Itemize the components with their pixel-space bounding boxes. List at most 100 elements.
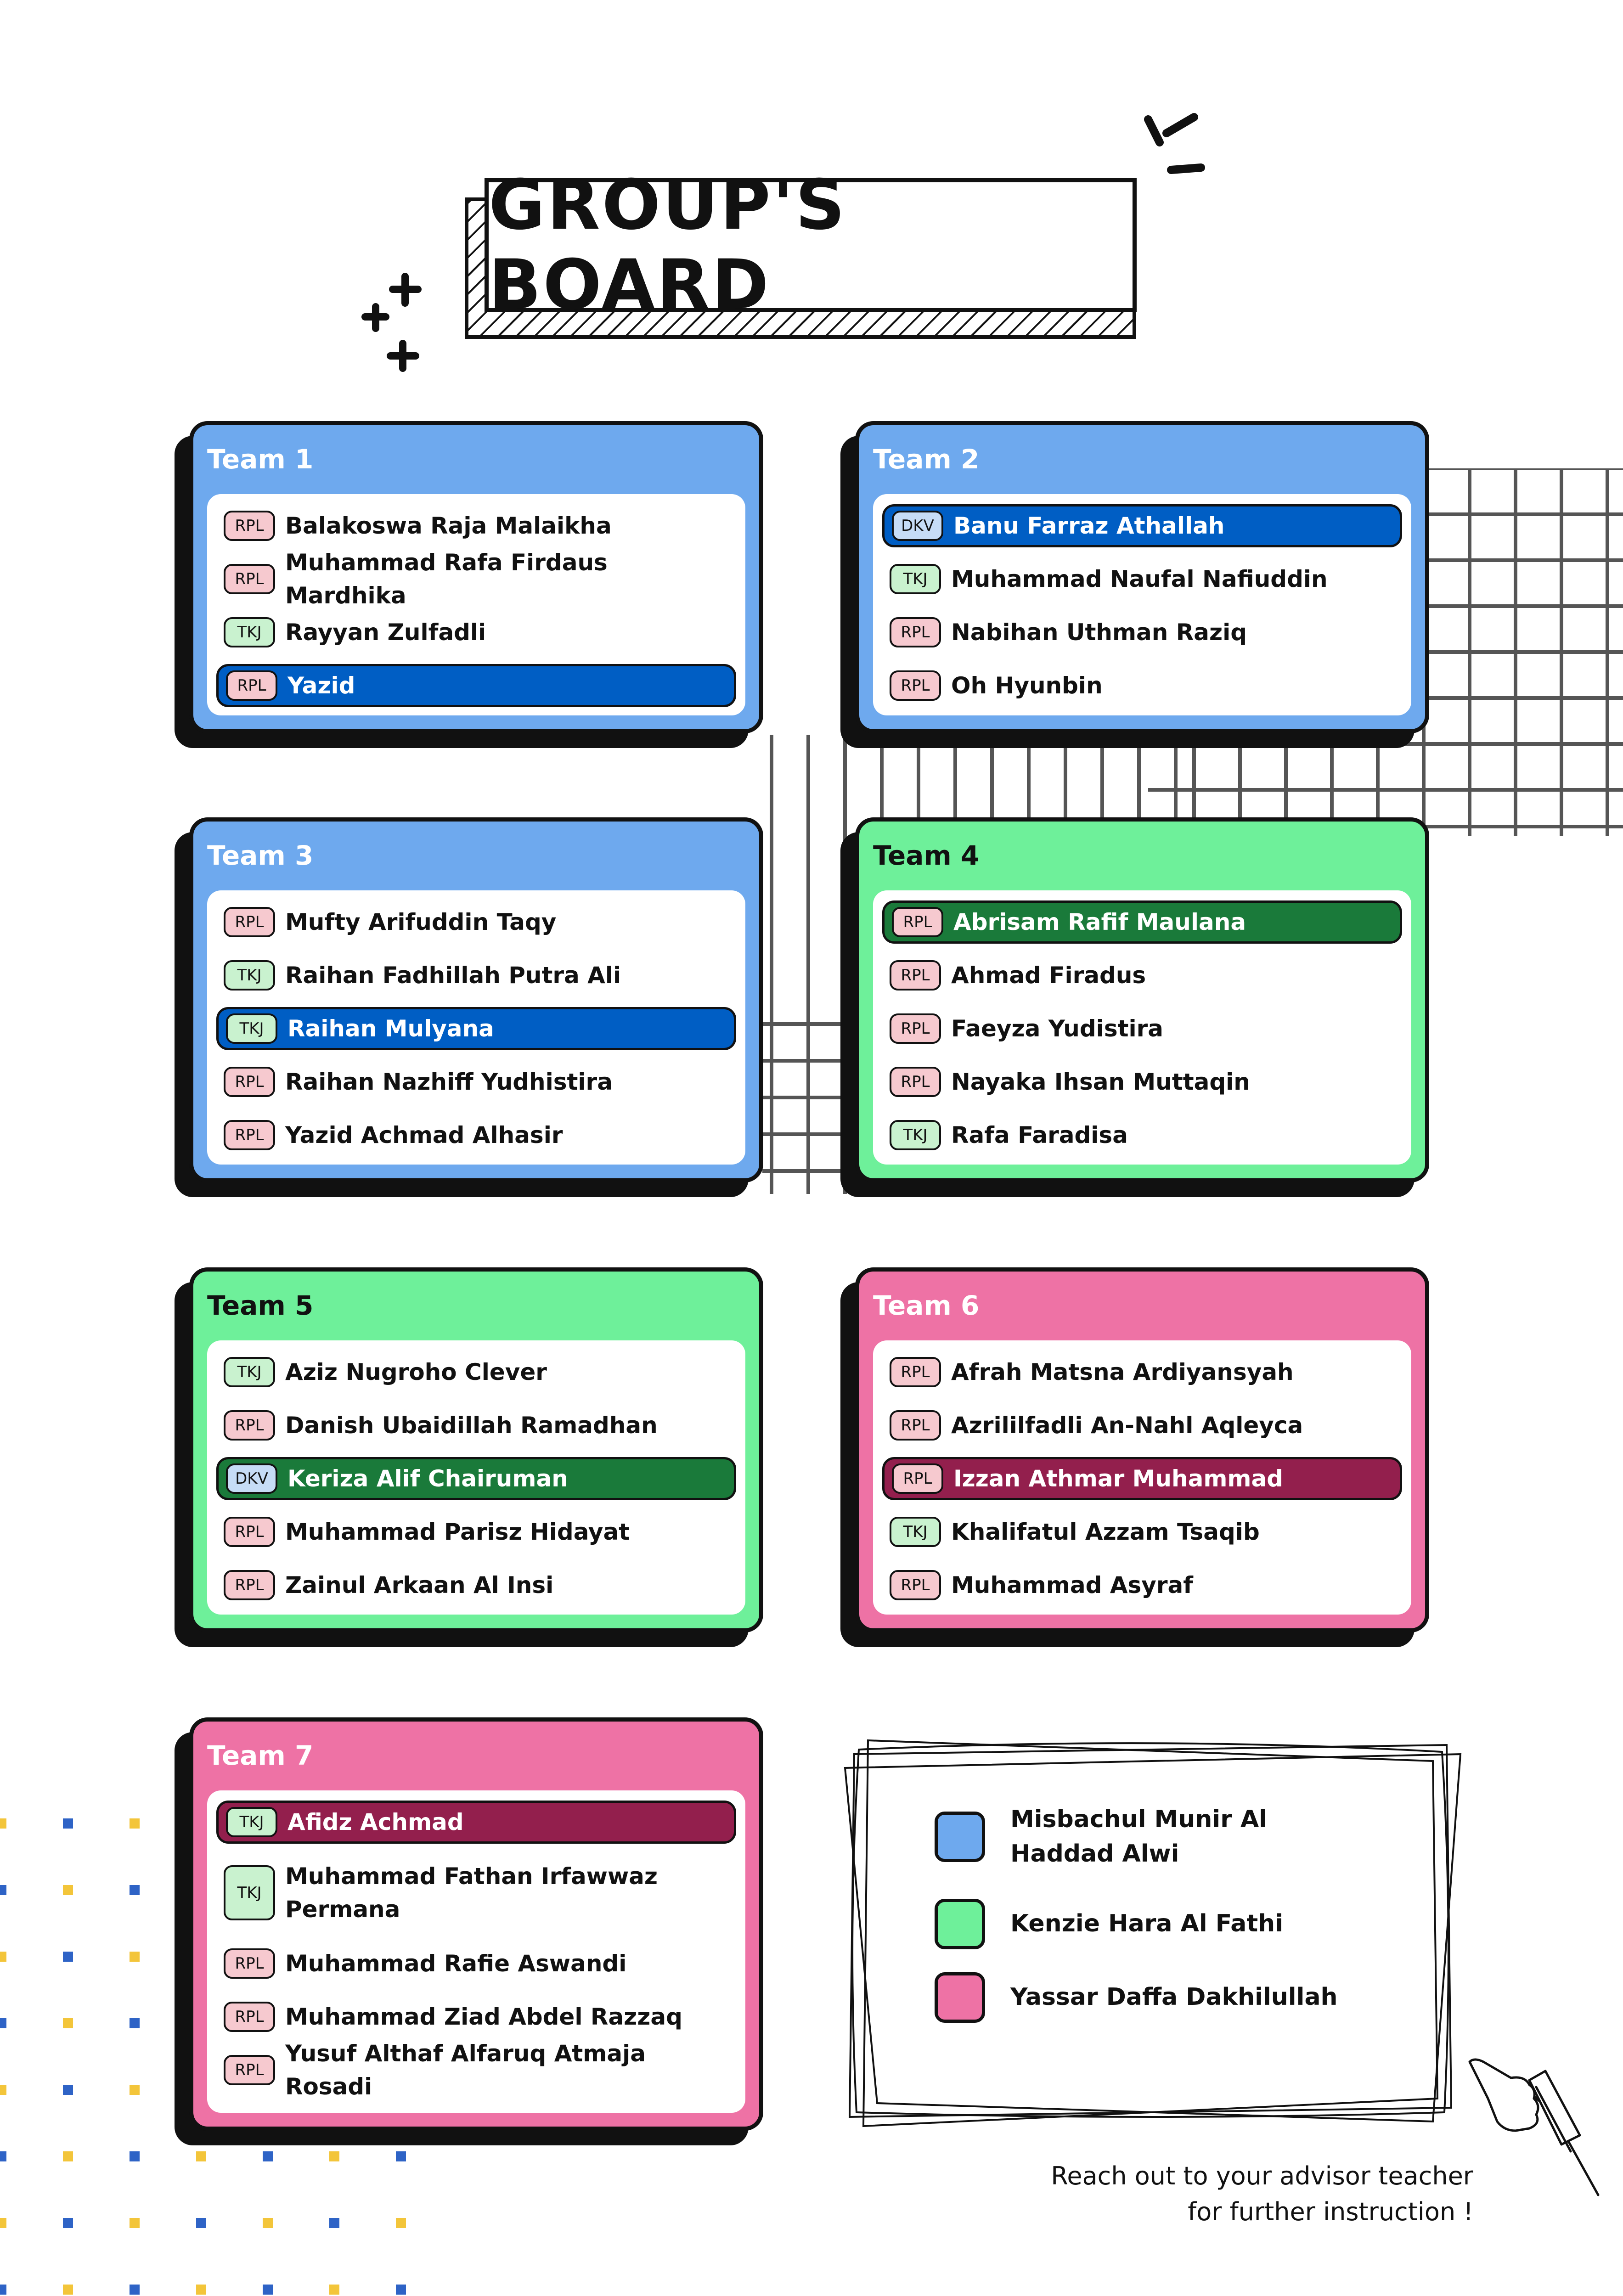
team-member-list: TKJ Afidz Achmad TKJ Muhammad Fathan Irfaw…: [207, 1790, 745, 2113]
dot: [130, 2285, 140, 2295]
dot: [263, 2285, 273, 2295]
member-name: Muhammad Naufal Nafiuddin: [951, 565, 1328, 592]
dot: [130, 1952, 140, 1962]
dot: [63, 2085, 73, 2095]
team-member-list: RPL Afrah Matsna Ardiyansyah RPL Azrililfa…: [873, 1340, 1411, 1615]
list-item: RPL Mufty Arifuddin Taqy: [216, 900, 736, 944]
dot: [0, 2018, 6, 2028]
major-tag: RPL: [224, 1948, 275, 1979]
major-tag: DKV: [226, 1463, 277, 1494]
sparkle-lines-icon: [1144, 113, 1205, 174]
major-tag: RPL: [224, 511, 275, 541]
list-item: RPL Ahmad Firadus: [882, 954, 1402, 997]
major-tag: TKJ: [890, 1517, 941, 1547]
dot: [396, 2151, 406, 2161]
member-name: Muhammad Rafa Firdaus Mardhika: [285, 549, 608, 609]
major-tag: TKJ: [224, 617, 275, 647]
member-name: Muhammad Parisz Hidayat: [285, 1518, 630, 1545]
major-tag: RPL: [892, 1463, 943, 1494]
team-card-1: Team 1 RPL Balakoswa Raja Malaikha RPL Muh…: [189, 421, 763, 733]
list-item: RPL Balakoswa Raja Malaikha: [216, 504, 736, 547]
member-name: Keriza Alif Chairuman: [287, 1465, 568, 1492]
list-item: TKJ Muhammad Fathan Irfawwaz Permana: [216, 1854, 736, 1932]
member-name: Yazid Achmad Alhasir: [285, 1121, 563, 1148]
list-item: RPL Yusuf Althaf Alfaruq Atmaja Rosadi: [216, 2040, 736, 2100]
major-tag: RPL: [890, 1067, 941, 1097]
list-item: RPL Danish Ubaidillah Ramadhan: [216, 1404, 736, 1447]
dot: [63, 2151, 73, 2161]
dot: [263, 2151, 273, 2161]
member-name: Oh Hyunbin: [951, 672, 1103, 699]
major-tag: RPL: [890, 960, 941, 990]
major-tag: DKV: [892, 511, 943, 541]
member-name: Faeyza Yudistira: [951, 1015, 1164, 1042]
title-box: GROUP'S BOARD: [485, 165, 1137, 325]
team-title: Team 4: [873, 840, 980, 871]
legend-swatch: [935, 1812, 985, 1863]
list-item: RPL Azrililfadli An-Nahl Aqleyca: [882, 1404, 1402, 1447]
major-tag: RPL: [224, 2002, 275, 2032]
team-member-list: DKV Banu Farraz Athallah TKJ Muhammad Nauf…: [873, 494, 1411, 715]
member-name: Nabihan Uthman Raziq: [951, 619, 1247, 646]
major-tag: RPL: [224, 1570, 275, 1600]
dot: [130, 2018, 140, 2028]
major-tag: RPL: [890, 1357, 941, 1387]
major-tag: RPL: [224, 2055, 275, 2085]
team-title: Team 7: [207, 1740, 314, 1771]
member-name: Azrililfadli An-Nahl Aqleyca: [951, 1412, 1303, 1439]
major-tag: RPL: [224, 1120, 275, 1150]
dot: [63, 2285, 73, 2295]
list-item: RPL Oh Hyunbin: [882, 664, 1402, 707]
member-name: Muhammad Rafie Aswandi: [285, 1950, 627, 1977]
list-item-leader: TKJ Raihan Mulyana: [216, 1007, 736, 1050]
member-name: Rafa Faradisa: [951, 1121, 1128, 1148]
legend-label: Yassar Daffa Dakhilullah: [1010, 1983, 1338, 2011]
major-tag: TKJ: [226, 1013, 277, 1044]
team-card-3: Team 3 RPL Mufty Arifuddin Taqy TKJ Raihan…: [189, 817, 763, 1182]
member-name: Balakoswa Raja Malaikha: [285, 512, 612, 539]
list-item-leader: DKV Banu Farraz Athallah: [882, 504, 1402, 547]
list-item: TKJ Khalifatul Azzam Tsaqib: [882, 1510, 1402, 1553]
list-item-leader: DKV Keriza Alif Chairuman: [216, 1457, 736, 1500]
major-tag: RPL: [226, 670, 277, 701]
dot: [63, 2018, 73, 2028]
member-name: Raihan Fadhillah Putra Ali: [285, 962, 621, 989]
list-item: RPL Zainul Arkaan Al Insi: [216, 1564, 736, 1607]
major-tag: RPL: [224, 1410, 275, 1441]
dot: [0, 2285, 6, 2295]
list-item: RPL Muhammad Rafa Firdaus Mardhika: [216, 549, 736, 609]
dot: [63, 2218, 73, 2228]
list-item: RPL Muhammad Asyraf: [882, 1564, 1402, 1607]
member-name: Zainul Arkaan Al Insi: [285, 1571, 554, 1598]
team-card-5: Team 5 TKJ Aziz Nugroho Clever RPL Danish …: [189, 1267, 763, 1632]
team-title: Team 3: [207, 840, 314, 871]
list-item-leader: RPL Izzan Athmar Muhammad: [882, 1457, 1402, 1500]
dot: [130, 2218, 140, 2228]
dot: [263, 2218, 273, 2228]
list-item: RPL Muhammad Rafie Aswandi: [216, 1942, 736, 1985]
dot: [396, 2218, 406, 2228]
dot: [0, 2218, 6, 2228]
member-name: Nayaka Ihsan Muttaqin: [951, 1068, 1250, 1095]
team-title: Team 1: [207, 444, 314, 475]
major-tag: RPL: [890, 1570, 941, 1600]
list-item: TKJ Rayyan Zulfadli: [216, 611, 736, 654]
team-card-6: Team 6 RPL Afrah Matsna Ardiyansyah RPL Az…: [855, 1267, 1429, 1632]
team-card-2: Team 2 DKV Banu Farraz Athallah TKJ Muhamm…: [855, 421, 1429, 733]
major-tag: RPL: [224, 1517, 275, 1547]
legend-swatch: [935, 1899, 985, 1949]
list-item: RPL Nabihan Uthman Raziq: [882, 611, 1402, 654]
member-name: Khalifatul Azzam Tsaqib: [951, 1518, 1260, 1545]
footer-note-text: Reach out to your advisor teacher for fu…: [1051, 2161, 1473, 2227]
major-tag: TKJ: [224, 960, 275, 990]
list-item: RPL Nayaka Ihsan Muttaqin: [882, 1060, 1402, 1103]
list-item: TKJ Aziz Nugroho Clever: [216, 1351, 736, 1394]
major-tag: TKJ: [224, 1357, 275, 1387]
major-tag: RPL: [224, 564, 275, 594]
dot: [196, 2285, 206, 2295]
dot: [196, 2151, 206, 2161]
member-name: Rayyan Zulfadli: [285, 619, 486, 646]
list-item: RPL Yazid Achmad Alhasir: [216, 1114, 736, 1157]
member-name: Muhammad Ziad Abdel Razzaq: [285, 2003, 682, 2030]
list-item-leader: TKJ Afidz Achmad: [216, 1801, 736, 1844]
